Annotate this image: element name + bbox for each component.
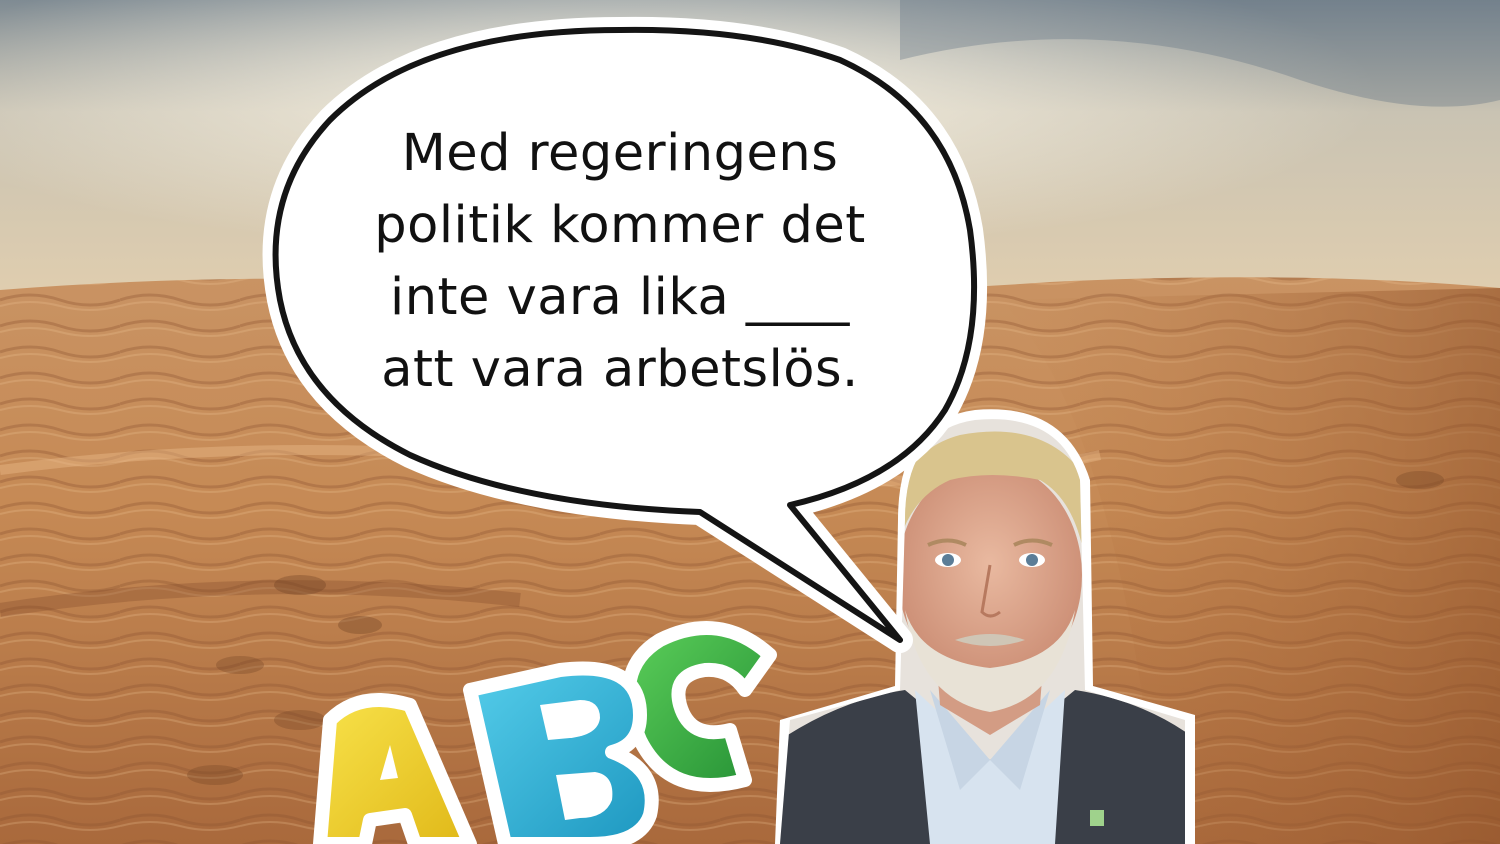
meme-scene: Med regeringens politik kommer det inte … <box>0 0 1500 844</box>
speech-line-1: Med regeringens <box>401 124 839 183</box>
speech-bubble-text: Med regeringens politik kommer det inte … <box>330 118 910 406</box>
speech-line-4: att vara arbetslös. <box>381 340 859 399</box>
lapel-pin-icon <box>1090 810 1104 826</box>
speech-line-3: inte vara lika ____ <box>390 268 850 327</box>
speech-line-2: politik kommer det <box>374 196 866 255</box>
letter-b <box>463 661 659 844</box>
